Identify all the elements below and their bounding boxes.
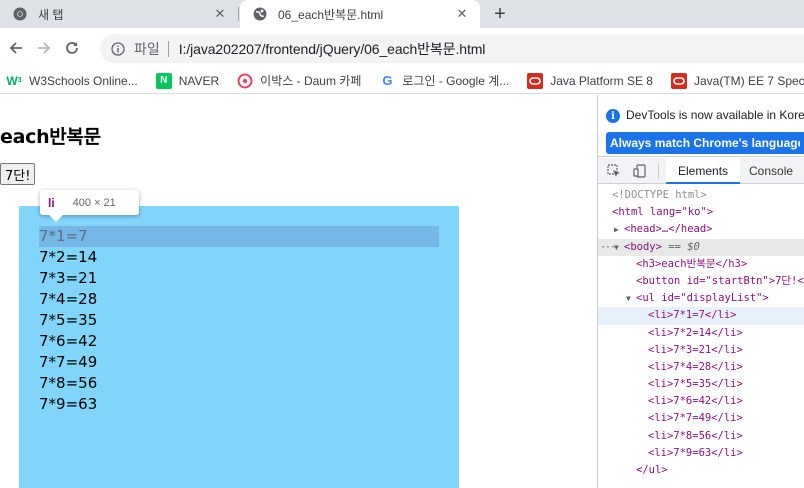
oracle-icon (527, 72, 544, 89)
browser-toolbar: 파일 I:/java202207/frontend/jQuery/06_each… (0, 28, 804, 68)
inspect-tooltip: li 400 × 21 (40, 190, 139, 215)
dom-tree: <!DOCTYPE html> <html lang="ko"> ▶ <head>… (598, 187, 804, 479)
dom-body[interactable]: ··· ▼ <body> == $0 (598, 238, 804, 256)
list-item: 7*1=7 (39, 227, 88, 245)
bookmark-label: 이박스 - Daum 카페 (260, 74, 362, 88)
dom-html[interactable]: <html lang="ko"> (598, 204, 804, 221)
url-text[interactable]: I:/java202207/frontend/jQuery/06_each반복문… (179, 39, 486, 59)
close-tab-icon[interactable]: ✕ (454, 6, 470, 22)
device-toolbar-icon[interactable] (632, 163, 648, 179)
dom-doctype[interactable]: <!DOCTYPE html> (598, 187, 804, 204)
dom-ul[interactable]: ▼ <ul id="displayList"> (598, 290, 804, 307)
bookmark-label: Java Platform SE 8 (550, 73, 653, 88)
display-list-items: 7*1=7 7*2=14 7*3=21 7*4=28 7*5=35 7*6=42… (39, 226, 97, 415)
tooltip-dimensions: 400 × 21 (72, 196, 116, 209)
dom-li[interactable]: <li>7*4=28</li> (598, 359, 804, 376)
tab-elements[interactable]: Elements (666, 158, 741, 184)
dom-li[interactable]: <li>7*7=49</li> (598, 410, 804, 427)
dom-li-selected[interactable]: <li>7*1=7</li> (598, 307, 804, 325)
start-button[interactable]: 7단! (0, 163, 36, 185)
bookmark-label: 로그인 - Google 계... (402, 74, 510, 88)
address-bar[interactable]: 파일 I:/java202207/frontend/jQuery/06_each… (100, 34, 804, 63)
dom-ul-close[interactable]: </ul> (598, 462, 804, 479)
w3schools-icon: W3 (6, 73, 22, 88)
forward-button[interactable] (32, 36, 56, 60)
inspect-highlight (39, 226, 439, 247)
tab-title: 06_each반복문.html (278, 7, 384, 22)
google-icon: G (382, 73, 393, 88)
bookmark-java-ee7[interactable]: Java(TM) EE 7 Spec (670, 72, 804, 89)
globe-icon (252, 6, 268, 22)
dom-button[interactable]: <button id="startBtn">7단!</button> (598, 273, 804, 290)
list-item: 7*5=35 (39, 311, 98, 329)
bookmarks-bar: W3 W3Schools Online... N NAVER 이박스 - Dau… (0, 68, 804, 94)
tab-title: 새 탭 (38, 7, 64, 22)
devtools-panel: i DevTools is now available in Korean Al… (597, 95, 804, 488)
bookmark-w3schools[interactable]: W3 W3Schools Online... (6, 73, 138, 89)
infobar-second-button[interactable] (800, 132, 804, 154)
list-item: 7*6=42 (39, 332, 98, 350)
tooltip-tag-name: li (48, 195, 55, 210)
collapsed-triangle-icon[interactable]: ▶ (614, 221, 624, 238)
info-icon[interactable] (110, 41, 126, 57)
devtools-tabbar: Elements Console (598, 158, 804, 184)
more-dots-icon[interactable]: ··· (600, 239, 616, 256)
infobar-message: DevTools is now available in Korean (626, 108, 804, 122)
chrome-icon (12, 6, 28, 22)
bookmark-daum[interactable]: 이박스 - Daum 카페 (237, 72, 361, 89)
tab-new-tab[interactable]: 새 탭 ✕ (0, 0, 238, 28)
bookmark-label: Java(TM) EE 7 Spec (693, 73, 804, 88)
devtools-language-infobar: i DevTools is now available in Korean Al… (598, 95, 804, 157)
list-item: 7*2=14 (39, 248, 98, 266)
reload-icon (66, 42, 78, 54)
list-item: 7*3=21 (39, 269, 98, 287)
match-language-button[interactable]: Always match Chrome's language (606, 132, 804, 154)
devtools-tab-divider (658, 163, 659, 179)
list-item: 7*8=56 (39, 374, 98, 392)
omnibox-divider (167, 40, 169, 57)
tab-strip: 새 탭 ✕ 06_each반복문.html ✕ + (0, 0, 804, 28)
bookmark-java-se8[interactable]: Java Platform SE 8 (527, 72, 653, 89)
display-list: 7*1=7 7*2=14 7*3=21 7*4=28 7*5=35 7*6=42… (19, 206, 459, 488)
oracle-icon (670, 72, 687, 89)
list-item: 7*9=63 (39, 395, 98, 413)
inspect-element-icon[interactable] (606, 163, 622, 179)
arrow-right-icon (38, 42, 51, 54)
bookmark-google[interactable]: G 로그인 - Google 계... (379, 72, 509, 89)
dom-li[interactable]: <li>7*2=14</li> (598, 325, 804, 342)
back-button[interactable] (4, 36, 28, 60)
dom-li[interactable]: <li>7*3=21</li> (598, 342, 804, 359)
tooltip-arrow (49, 215, 63, 222)
bookmark-label: NAVER (178, 73, 220, 88)
dom-li[interactable]: <li>7*9=63</li> (598, 445, 804, 462)
tab-console[interactable]: Console (737, 158, 804, 184)
close-tab-icon[interactable]: ✕ (212, 6, 228, 22)
list-item: 7*4=28 (39, 290, 98, 308)
tab-divider (238, 7, 239, 21)
new-tab-button[interactable]: + (488, 3, 512, 25)
dom-li[interactable]: <li>7*5=35</li> (598, 376, 804, 393)
list-item: 7*7=49 (39, 353, 98, 371)
page-viewport: each반복문 7단! 7*1=7 7*2=14 7*3=21 7*4=28 7… (0, 95, 597, 488)
expanded-triangle-icon[interactable]: ▼ (626, 290, 636, 307)
daum-icon (237, 73, 253, 89)
file-scheme-label: 파일 (134, 40, 160, 57)
dom-li[interactable]: <li>7*6=42</li> (598, 393, 804, 410)
dom-head[interactable]: ▶ <head>…</head> (598, 221, 804, 238)
bookmark-naver[interactable]: N NAVER (155, 72, 220, 89)
bookmark-label: W3Schools Online... (29, 73, 138, 88)
dom-h3[interactable]: <h3>each반복문</h3> (598, 256, 804, 273)
arrow-left-icon (9, 42, 22, 54)
expanded-triangle-icon[interactable]: ▼ (614, 239, 624, 256)
info-icon: i (606, 109, 620, 123)
page-heading: each반복문 (0, 126, 101, 148)
naver-icon: N (155, 72, 172, 89)
dom-li[interactable]: <li>7*8=56</li> (598, 428, 804, 445)
reload-button[interactable] (60, 36, 84, 60)
tab-active-page[interactable]: 06_each반복문.html ✕ (240, 0, 480, 28)
